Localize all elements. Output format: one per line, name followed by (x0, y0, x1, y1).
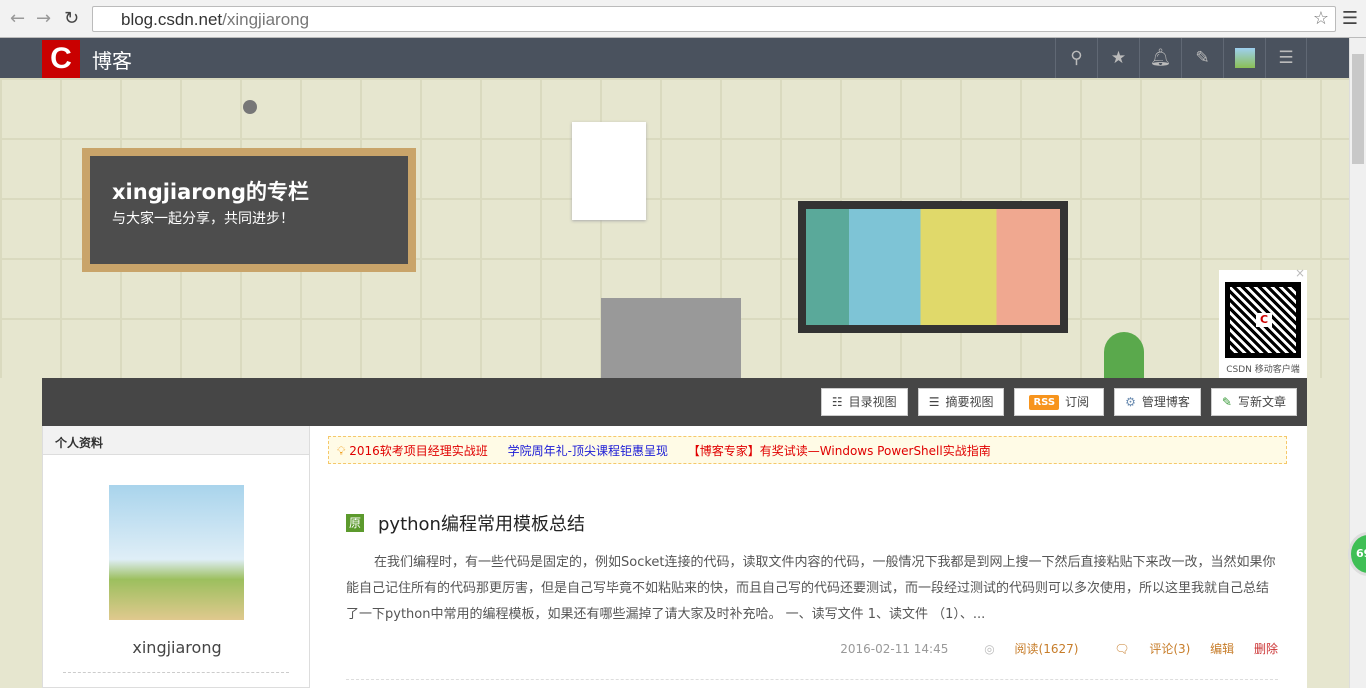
scrollbar[interactable] (1349, 38, 1366, 688)
binders-illustration (601, 298, 741, 378)
browser-chrome: ← → ↻ blog.csdn.net/xingjiarong ☆ ☰ (0, 0, 1366, 38)
profile-avatar[interactable] (109, 485, 244, 620)
notice-link[interactable]: 学院周年礼-顶尖课程钜惠呈现 (508, 444, 668, 458)
profile-sidebar: 个人资料 xingjiarong (42, 426, 310, 688)
url-text: blog.csdn.net/xingjiarong (121, 10, 309, 30)
notification-bell-icon[interactable]: 🔔︎ (1139, 38, 1181, 78)
close-icon[interactable]: × (1295, 266, 1305, 280)
eye-icon: ◎ (984, 642, 994, 656)
button-label: 管理博客 (1142, 389, 1190, 415)
profile-username[interactable]: xingjiarong (43, 638, 311, 657)
main-content: 个人资料 xingjiarong 💡︎ 2016软考项目经理实战班 学院周年礼-… (42, 426, 1307, 688)
blog-toolbar: ☷目录视图 ☰摘要视图 RSS 订阅 ⚙管理博客 ✎写新文章 (42, 378, 1307, 426)
blog-title[interactable]: xingjiarong的专栏 (112, 176, 309, 206)
notice-bar: 💡︎ 2016软考项目经理实战班 学院周年礼-顶尖课程钜惠呈现 【博客专家】有奖… (328, 436, 1287, 464)
button-label: 目录视图 (849, 389, 897, 415)
divider (63, 672, 289, 673)
manage-blog-button[interactable]: ⚙管理博客 (1114, 388, 1201, 416)
list-icon: ☷ (832, 389, 843, 415)
list-icon: ☰ (929, 389, 940, 415)
edit-link[interactable]: 编辑 (1210, 642, 1234, 656)
write-edit-icon[interactable]: ✎ (1181, 38, 1223, 78)
back-icon[interactable]: ← (10, 8, 25, 29)
article-meta: 2016-02-11 14:45 ◎ 阅读(1627) 🗨︎ 评论(3) 编辑 … (346, 640, 1278, 657)
user-avatar-icon[interactable] (1223, 38, 1265, 78)
article-item: 原 python编程常用模板总结 在我们编程时，有一些代码是固定的，例如Socke… (346, 510, 1278, 680)
delete-link[interactable]: 删除 (1254, 642, 1278, 656)
nail-icon (243, 100, 257, 114)
article-summary: 在我们编程时，有一些代码是固定的，例如Socket连接的代码，读取文件内容的代码… (346, 550, 1278, 628)
qr-code-panel[interactable]: × C CSDN 移动客户端 (1219, 270, 1307, 380)
notice-link[interactable]: 【博客专家】有奖试读—Windows PowerShell实战指南 (688, 444, 991, 458)
gear-icon: ⚙ (1125, 389, 1136, 415)
profile-header: 个人资料 (43, 426, 309, 455)
subscribe-button[interactable]: RSS 订阅 (1014, 388, 1104, 416)
original-badge: 原 (346, 514, 364, 532)
browser-menu-icon[interactable]: ☰ (1342, 8, 1358, 29)
nav-title[interactable]: 博客 (92, 45, 132, 74)
article-date: 2016-02-11 14:45 (840, 642, 948, 656)
write-article-button[interactable]: ✎写新文章 (1211, 388, 1297, 416)
blog-subtitle: 与大家一起分享，共同进步！ (112, 208, 294, 228)
catalog-view-button[interactable]: ☷目录视图 (821, 388, 908, 416)
comment-icon: 🗨︎ (1114, 642, 1129, 656)
button-label: 订阅 (1065, 389, 1089, 415)
forward-icon[interactable]: → (36, 8, 51, 29)
rss-icon: RSS (1029, 395, 1059, 410)
comment-link[interactable]: 🗨︎ 评论(3) (1098, 642, 1190, 656)
button-label: 摘要视图 (945, 389, 993, 415)
nav-icons: ⚲ ★ 🔔︎ ✎ ☰ (1055, 38, 1307, 78)
pencil-doc-icon: ✎ (1222, 389, 1232, 415)
lightbulb-icon: 💡︎ (337, 444, 345, 458)
plant-illustration (1104, 332, 1144, 378)
csdn-logo[interactable]: C (42, 40, 80, 78)
qr-code-image: C (1225, 282, 1301, 358)
menu-icon[interactable]: ☰ (1265, 38, 1307, 78)
favorites-star-icon[interactable]: ★ (1097, 38, 1139, 78)
address-bar[interactable]: blog.csdn.net/xingjiarong ☆ (92, 6, 1336, 32)
notice-link[interactable]: 2016软考项目经理实战班 (349, 444, 488, 458)
scrollbar-thumb[interactable] (1352, 54, 1364, 164)
read-count[interactable]: ◎ 阅读(1627) (968, 642, 1078, 656)
summary-view-button[interactable]: ☰摘要视图 (918, 388, 1005, 416)
monitor-illustration (798, 201, 1068, 333)
button-label: 写新文章 (1238, 389, 1286, 415)
reload-icon[interactable]: ↻ (64, 8, 79, 29)
divider (346, 679, 1278, 680)
article-title[interactable]: python编程常用模板总结 (378, 510, 585, 536)
paper-illustration (572, 122, 646, 220)
qr-caption: CSDN 移动客户端 (1219, 362, 1307, 375)
bookmark-star-icon[interactable]: ☆ (1313, 8, 1329, 29)
search-icon[interactable]: ⚲ (1055, 38, 1097, 78)
